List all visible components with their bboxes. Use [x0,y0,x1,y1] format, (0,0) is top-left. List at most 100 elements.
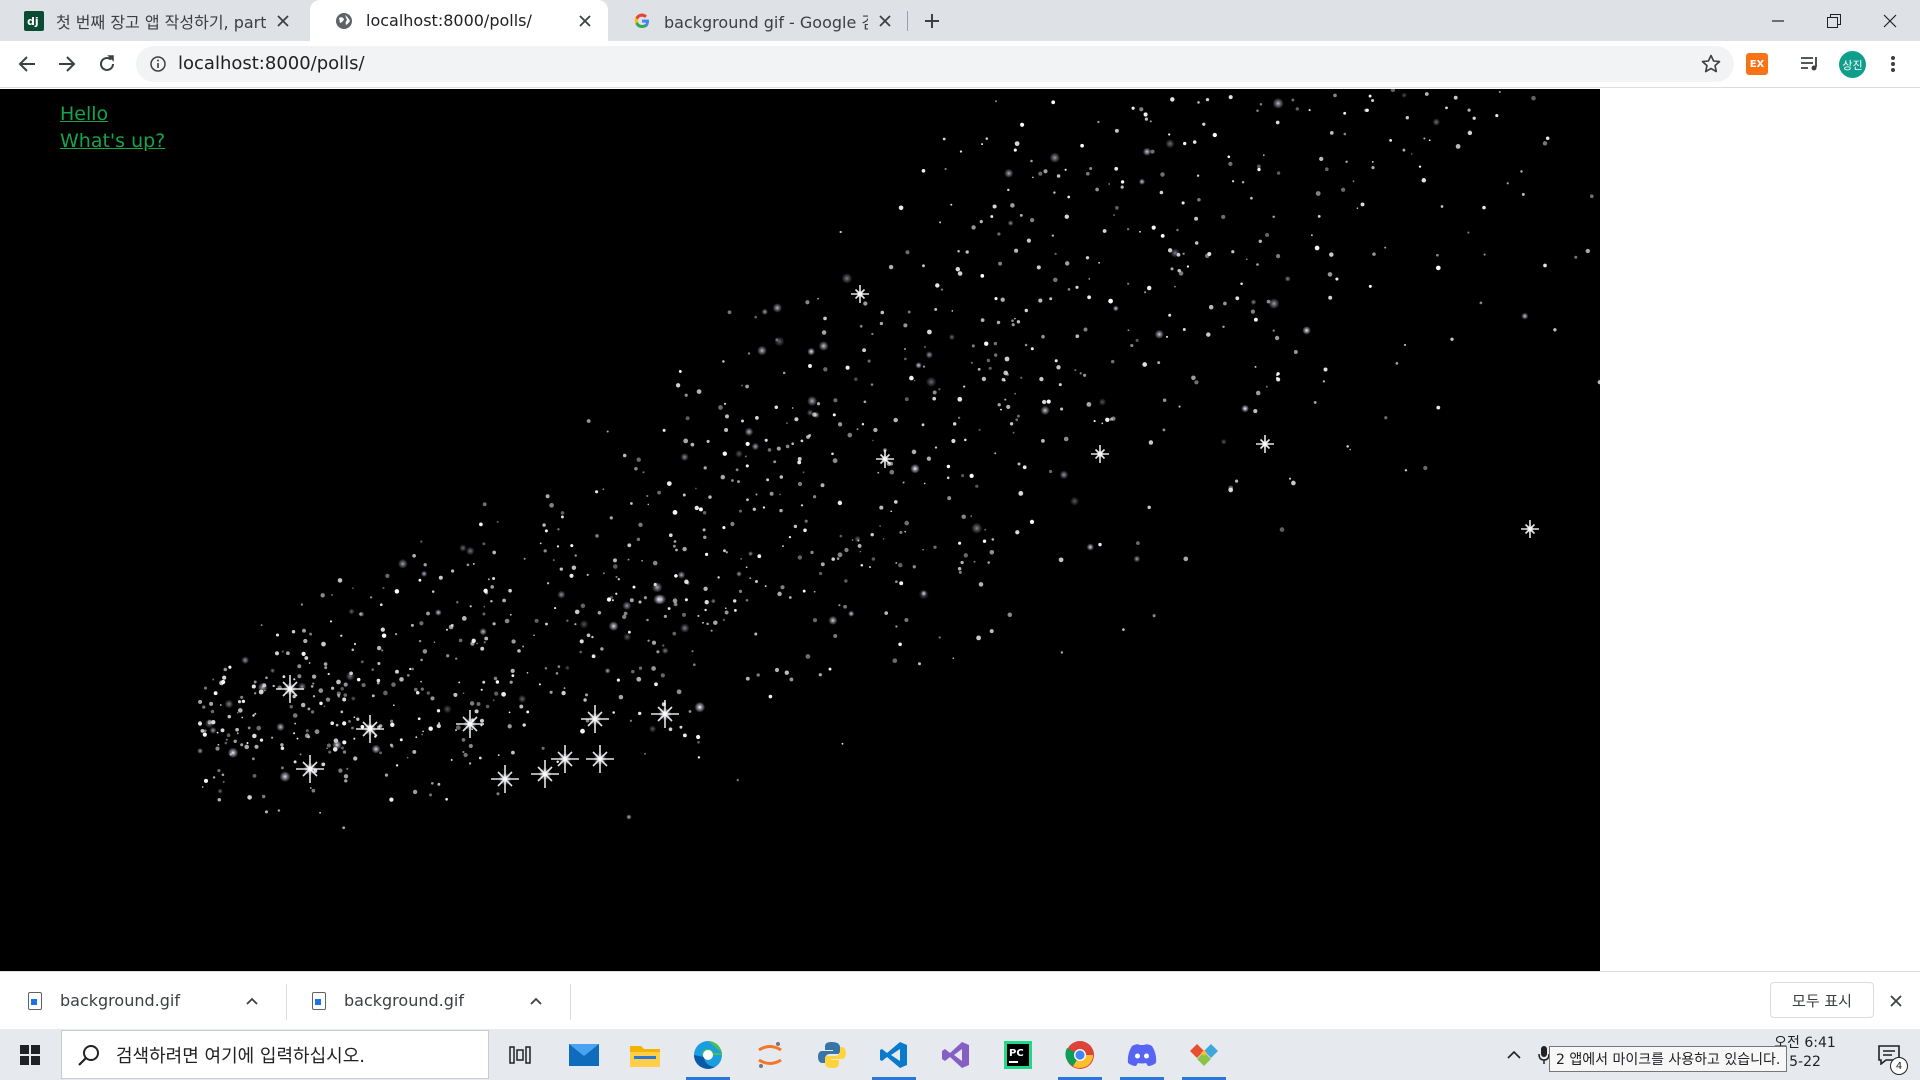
star [495,680,500,684]
info-icon[interactable] [148,54,168,74]
url-text[interactable]: localhost:8000/polls/ [178,53,365,74]
reload-button[interactable] [92,49,122,79]
chrome-icon[interactable] [1052,1029,1108,1080]
star [344,779,348,783]
file-explorer-icon[interactable] [617,1029,673,1080]
star [898,642,902,647]
star [389,797,394,802]
close-icon[interactable] [574,10,596,32]
star [995,100,997,103]
star [276,722,285,732]
star [390,745,394,748]
star [1148,440,1154,445]
star [979,219,983,224]
star [595,490,599,494]
star [490,600,493,603]
bookmark-star-icon[interactable] [1700,53,1722,75]
poll-link-hello[interactable]: Hello [60,101,165,128]
edge-icon[interactable] [680,1029,736,1080]
restore-button[interactable] [1806,0,1862,41]
star [938,636,941,639]
star [1371,161,1374,163]
star [706,622,709,626]
star [872,439,874,442]
star [311,788,316,793]
star [696,389,702,394]
star [1311,234,1313,237]
task-view-icon[interactable] [492,1029,548,1080]
star [772,303,783,313]
star [755,416,759,420]
star [212,678,215,681]
close-window-button[interactable] [1862,0,1918,41]
chevron-up-icon[interactable] [524,989,548,1013]
address-bar[interactable]: localhost:8000/polls/ [136,46,1734,82]
taskbar-search-box[interactable]: 검색하려면 여기에 입력하십시오. [61,1030,489,1079]
star [325,697,331,702]
star [882,538,885,540]
star [1288,477,1292,480]
git-icon[interactable] [1176,1029,1232,1080]
star [474,709,479,714]
show-hidden-icons-chevron-icon[interactable] [1500,1029,1528,1080]
star [797,555,803,560]
visual-studio-icon[interactable] [928,1029,984,1080]
windows-start-icon[interactable] [10,1039,50,1071]
minimize-button[interactable] [1750,0,1806,41]
star [1000,297,1005,302]
tab-django-docs[interactable]: dj 첫 번째 장고 앱 작성하기, part 6 [0,0,306,41]
star [472,563,475,565]
mail-icon[interactable] [556,1029,612,1080]
star [1168,313,1172,317]
star [860,564,864,567]
extension-ex-icon[interactable]: EX [1746,53,1768,75]
star [220,728,225,733]
tab-localhost-polls[interactable]: localhost:8000/polls/ [310,0,608,41]
star [314,729,320,735]
page-viewport: Hello What's up? [0,89,1920,971]
new-tab-button[interactable] [918,7,946,35]
star [969,473,974,479]
poll-link-whats-up[interactable]: What's up? [60,128,165,155]
star [681,612,687,617]
vscode-icon[interactable] [866,1029,922,1080]
search-icon [76,1042,102,1068]
close-icon[interactable] [874,10,896,32]
star [662,428,666,432]
action-center-icon[interactable]: 4 [1866,1029,1912,1080]
star [244,744,250,750]
star [696,734,701,740]
download-item[interactable]: background.gif [0,972,284,1029]
star [673,602,678,607]
star [202,732,207,737]
star [259,738,264,742]
star [782,545,784,548]
back-button[interactable] [12,49,42,79]
star [762,506,766,509]
star [997,232,1001,236]
star [1108,183,1111,185]
star [668,727,673,732]
forward-button[interactable] [52,49,82,79]
star [1258,239,1262,243]
download-item[interactable]: background.gif [284,972,568,1029]
chevron-up-icon[interactable] [240,989,264,1013]
star [1390,89,1396,93]
close-icon[interactable] [1884,989,1908,1013]
menu-kebab-icon[interactable] [1878,49,1908,79]
star [1194,241,1199,245]
discord-icon[interactable] [1114,1029,1170,1080]
star [904,530,907,533]
pycharm-icon[interactable]: PC [990,1029,1046,1080]
show-all-downloads-button[interactable]: 모두 표시 [1770,982,1874,1018]
star [511,674,515,678]
star [470,641,475,646]
tab-google-search[interactable]: background gif - Google 검색 [608,0,908,41]
jupyter-icon[interactable] [742,1029,798,1080]
python-icon[interactable] [804,1029,860,1080]
profile-avatar[interactable]: 상진 [1839,51,1866,78]
media-control-icon[interactable] [1795,49,1825,79]
close-icon[interactable] [272,10,294,32]
star [663,614,668,619]
star [560,511,565,515]
